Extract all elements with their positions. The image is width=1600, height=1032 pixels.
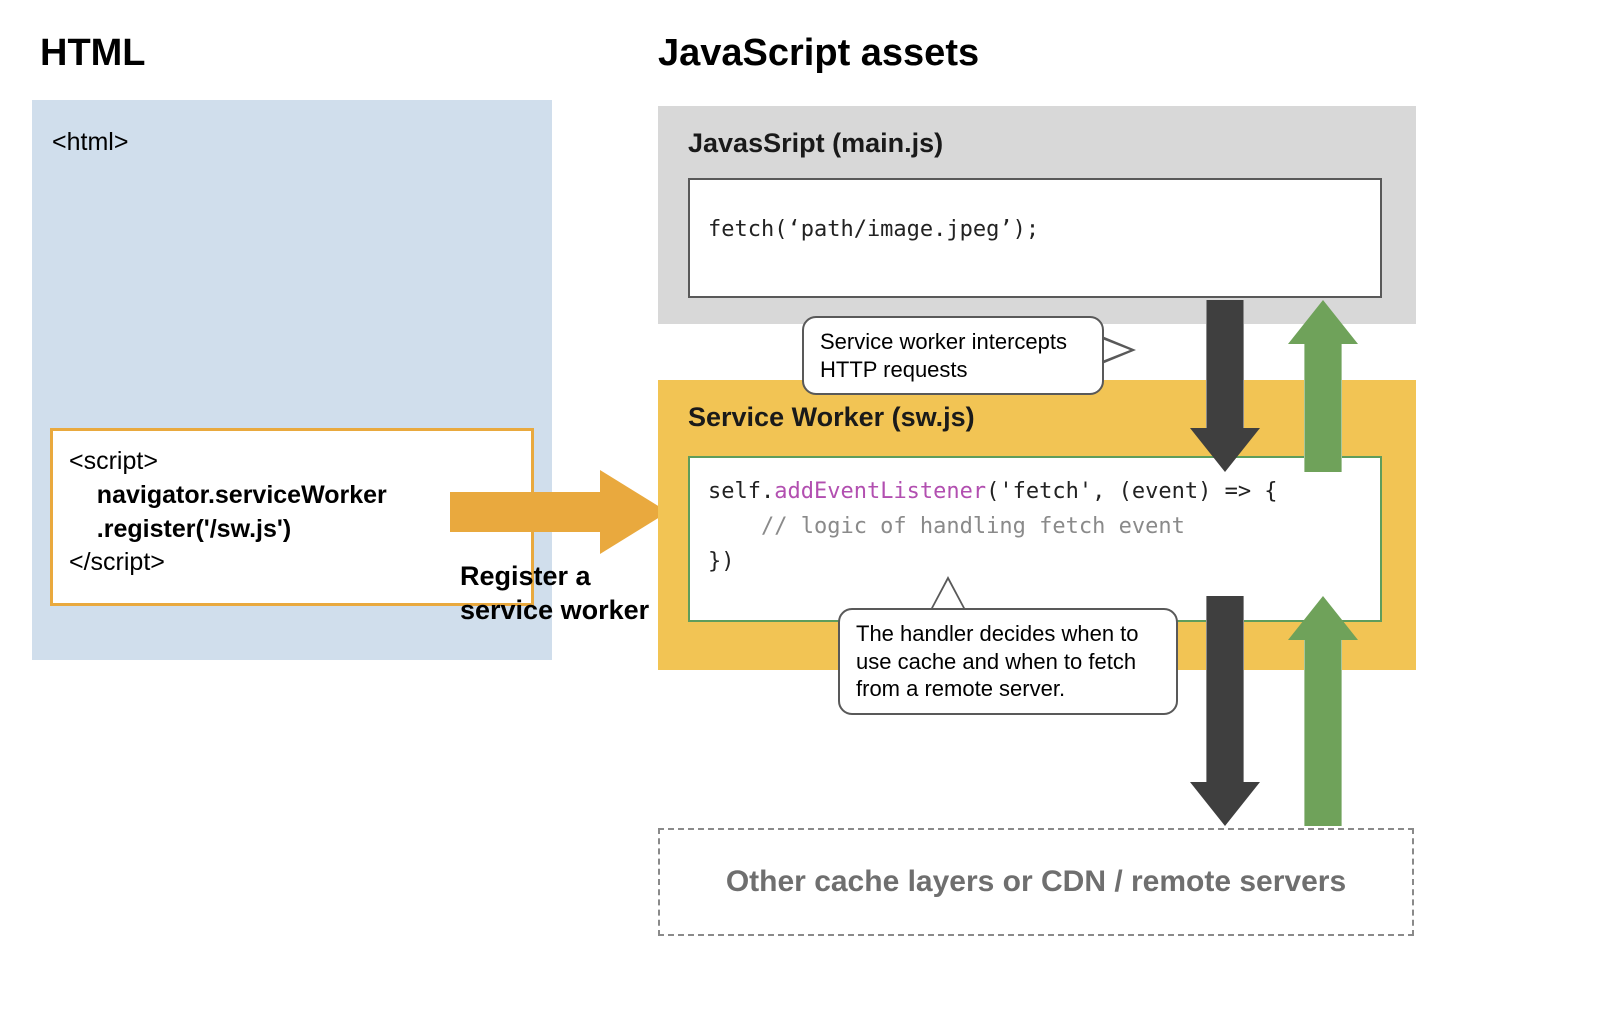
sw-code: self.addEventListener('fetch', (event) =… — [690, 458, 1380, 596]
register-arrow-label: Register a service worker — [460, 560, 649, 628]
heading-html: HTML — [40, 32, 146, 75]
sw-panel-title: Service Worker (sw.js) — [688, 402, 975, 433]
register-arrow-icon — [450, 470, 670, 554]
js-panel-title: JavasSript (main.js) — [688, 128, 943, 159]
js-code-box: fetch(‘path/image.jpeg’); — [688, 178, 1382, 298]
js-code: fetch(‘path/image.jpeg’); — [690, 180, 1380, 263]
sw-code-box: self.addEventListener('fetch', (event) =… — [688, 456, 1382, 622]
remote-servers-box: Other cache layers or CDN / remote serve… — [658, 828, 1414, 936]
callout-intercept: Service worker intercepts HTTP requests — [802, 316, 1104, 395]
callout-handler: The handler decides when to use cache an… — [838, 608, 1178, 715]
html-open-tag: <html> — [52, 128, 128, 157]
heading-js-assets: JavaScript assets — [658, 32, 979, 75]
